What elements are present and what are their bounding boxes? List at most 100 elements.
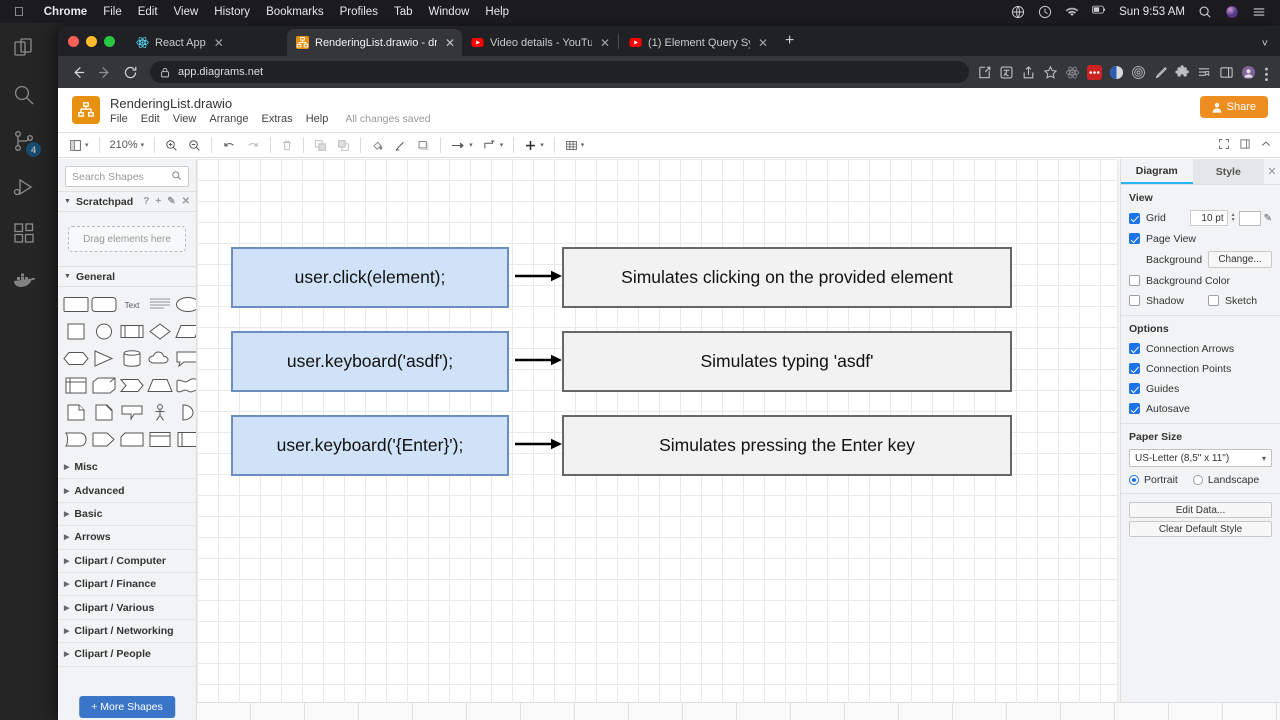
menu-bar-clock[interactable]: Sun 9:53 AM <box>1119 6 1185 18</box>
portrait-radio[interactable] <box>1129 475 1139 485</box>
recorder-extension-icon[interactable] <box>1087 64 1102 80</box>
close-tab-icon[interactable]: ✕ <box>214 36 224 50</box>
format-panel-icon[interactable] <box>1239 138 1251 153</box>
menu-window[interactable]: Window <box>421 6 478 18</box>
wifi-icon[interactable] <box>1065 5 1079 19</box>
shadow-checkbox[interactable] <box>1129 295 1140 306</box>
page-tab[interactable] <box>791 703 845 720</box>
shape-tape[interactable] <box>175 375 196 395</box>
diagram-node-source-3[interactable]: user.keyboard('{Enter}'); <box>231 415 509 476</box>
general-shapes-header[interactable]: ▼ General <box>58 266 196 287</box>
shape-rounded-rect[interactable] <box>63 294 89 314</box>
zoom-level-dropdown[interactable]: 210% <box>105 134 150 156</box>
close-icon[interactable]: ✕ <box>1264 159 1280 184</box>
menu-tab[interactable]: Tab <box>386 6 421 18</box>
add-icon[interactable]: + <box>155 196 161 207</box>
diagram-canvas[interactable]: user.click(element); Simulates clicking … <box>197 159 1120 720</box>
drawio-menu-help[interactable]: Help <box>306 113 329 125</box>
battery-icon[interactable] <box>1092 5 1106 19</box>
shape-actor[interactable] <box>147 402 173 422</box>
eyedropper-icon[interactable]: ✎ <box>1264 213 1272 224</box>
shape-rounded-rect-2[interactable] <box>91 294 117 314</box>
tab-style[interactable]: Style <box>1192 159 1264 184</box>
shape-delay[interactable] <box>91 429 117 449</box>
eyedropper-extension-icon[interactable] <box>1153 65 1168 80</box>
extensions-icon[interactable] <box>12 221 36 245</box>
diagram-node-target-2[interactable]: Simulates typing 'asdf' <box>562 331 1012 392</box>
share-button[interactable]: Share <box>1199 96 1268 118</box>
search-icon[interactable] <box>12 83 36 107</box>
shadow-icon[interactable] <box>412 134 435 156</box>
table-icon[interactable] <box>560 134 590 156</box>
forward-arrow-icon[interactable] <box>92 60 116 84</box>
back-arrow-icon[interactable] <box>66 60 90 84</box>
menu-profiles[interactable]: Profiles <box>332 6 386 18</box>
menu-help[interactable]: Help <box>477 6 517 18</box>
page-tab[interactable] <box>1061 703 1115 720</box>
diagram-node-target-3[interactable]: Simulates pressing the Enter key <box>562 415 1012 476</box>
drawio-menu-extras[interactable]: Extras <box>262 113 293 125</box>
control-center-icon[interactable] <box>1252 5 1266 19</box>
shape-container[interactable] <box>147 429 173 449</box>
send-to-back-icon[interactable] <box>332 134 355 156</box>
insert-plus-icon[interactable] <box>519 134 549 156</box>
trash-icon[interactable] <box>276 134 298 156</box>
diagram-arrow-1[interactable] <box>515 269 565 283</box>
shape-process[interactable] <box>119 321 145 341</box>
shape-speech-bubble[interactable] <box>119 402 145 422</box>
menu-edit[interactable]: Edit <box>130 6 166 18</box>
shape-ellipse[interactable] <box>175 294 196 314</box>
share-icon[interactable] <box>1021 65 1036 80</box>
help-icon[interactable]: ? <box>143 196 149 207</box>
bookmark-star-icon[interactable] <box>1043 65 1058 80</box>
shape-square[interactable] <box>63 321 89 341</box>
shape-callout[interactable] <box>175 348 196 368</box>
menu-view[interactable]: View <box>166 6 207 18</box>
drawio-menu-view[interactable]: View <box>173 113 197 125</box>
drawio-menu-file[interactable]: File <box>110 113 128 125</box>
zoom-out-icon[interactable] <box>183 134 206 156</box>
puzzle-extensions-icon[interactable] <box>1175 64 1190 80</box>
shape-document[interactable] <box>63 402 89 422</box>
page-tab[interactable] <box>1223 703 1277 720</box>
metamask-icon[interactable] <box>1109 65 1124 80</box>
menu-bookmarks[interactable]: Bookmarks <box>258 6 332 18</box>
page-tab[interactable] <box>845 703 899 720</box>
browser-tab-drawio[interactable]: RenderingList.drawio - draw.io ✕ <box>287 29 462 56</box>
shape-hexagon[interactable] <box>63 348 89 368</box>
side-panel-icon[interactable] <box>1219 65 1234 80</box>
page-tab[interactable] <box>737 703 791 720</box>
shape-triangle[interactable] <box>91 348 117 368</box>
connection-arrow-icon[interactable] <box>446 134 478 156</box>
shape-textbox[interactable] <box>147 294 173 314</box>
undo-icon[interactable] <box>217 134 241 156</box>
shape-step[interactable] <box>119 375 145 395</box>
shape-cylinder[interactable] <box>119 348 145 368</box>
bring-to-front-icon[interactable] <box>309 134 332 156</box>
tab-diagram[interactable]: Diagram <box>1121 159 1193 184</box>
react-devtools-icon[interactable] <box>1065 65 1080 80</box>
collapse-chevron-icon[interactable] <box>1260 138 1272 153</box>
page-tab[interactable] <box>413 703 467 720</box>
page-tab[interactable] <box>899 703 953 720</box>
shape-cube[interactable] <box>91 375 117 395</box>
more-shapes-button[interactable]: + More Shapes <box>79 696 175 718</box>
view-layout-icon[interactable] <box>64 134 94 156</box>
zoom-in-icon[interactable] <box>160 134 183 156</box>
page-tab[interactable] <box>953 703 1007 720</box>
shape-circle[interactable] <box>91 321 117 341</box>
page-tab[interactable] <box>575 703 629 720</box>
translate-icon[interactable] <box>999 65 1014 80</box>
search-icon[interactable] <box>171 170 182 184</box>
install-icon[interactable] <box>977 65 992 80</box>
fill-color-icon[interactable] <box>366 134 389 156</box>
menu-file[interactable]: File <box>95 6 130 18</box>
docker-icon[interactable] <box>12 267 36 291</box>
minimize-window-button[interactable] <box>86 35 97 47</box>
sidebar-item-clipart-various[interactable]: ▶ Clipart / Various <box>58 596 196 620</box>
fullscreen-icon[interactable] <box>1218 138 1230 153</box>
sidebar-item-misc[interactable]: ▶ Misc <box>58 456 196 480</box>
close-window-button[interactable] <box>68 35 79 47</box>
reading-list-icon[interactable] <box>1197 65 1212 80</box>
diagram-node-source-1[interactable]: user.click(element); <box>231 247 509 308</box>
